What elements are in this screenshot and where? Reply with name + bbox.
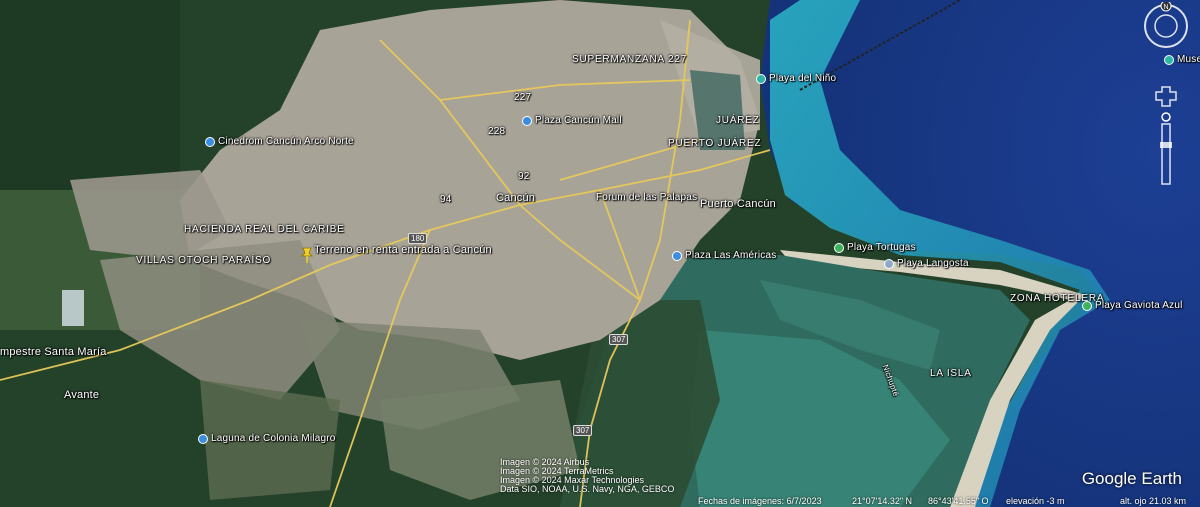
label-supermanzana: SUPERMANZANA 227 bbox=[572, 54, 688, 65]
satellite-imagery bbox=[0, 0, 1200, 507]
highway-shield-307-south: 307 bbox=[573, 425, 593, 436]
road-228: 228 bbox=[488, 126, 506, 137]
highway-shield-307: 307 bbox=[609, 334, 629, 345]
nav-graphic: N bbox=[1144, 0, 1188, 185]
navigation-controls[interactable]: N bbox=[1140, 0, 1192, 197]
latitude: 21°07'14.32" N bbox=[852, 496, 913, 506]
google-earth-logo: Google Earth bbox=[1081, 469, 1182, 488]
elevation: elevación -3 m bbox=[1006, 496, 1065, 506]
shopping-icon bbox=[672, 250, 682, 261]
status-bar: Fechas de imágenes: 6/7/2023 21°07'14.32… bbox=[0, 493, 1200, 507]
label-juarez: JUÁREZ bbox=[716, 115, 760, 126]
label-la-isla: LA ISLA bbox=[930, 368, 972, 379]
cinema-icon bbox=[205, 136, 215, 147]
label-hacienda: HACIENDA REAL DEL CARIBE bbox=[184, 224, 345, 235]
imagery-date: Fechas de imágenes: 6/7/2023 bbox=[698, 496, 822, 506]
pin-cinedrom[interactable]: Cinedrom Cancún Arco Norte bbox=[205, 136, 354, 147]
pin-plaza-mall[interactable]: Plaza Cancún Mall bbox=[522, 115, 622, 126]
beach-icon bbox=[834, 242, 844, 253]
label-avante: Avante bbox=[64, 389, 100, 401]
pin-playa-nino[interactable]: Playa del Niño bbox=[756, 73, 836, 84]
label-puerto-juarez: PUERTO JUÁREZ bbox=[668, 138, 762, 149]
longitude: 86°43'41.55" O bbox=[928, 496, 989, 506]
zoom-slider bbox=[1161, 123, 1171, 185]
pin-laguna[interactable]: Laguna de Colonia Milagro bbox=[198, 433, 336, 444]
pin-plaza-americas[interactable]: Plaza Las Américas bbox=[672, 250, 776, 261]
lake-icon bbox=[198, 433, 208, 444]
pan-icon bbox=[1155, 86, 1177, 107]
label-cancun: Cancún bbox=[496, 192, 536, 204]
north-indicator: N bbox=[1163, 4, 1168, 11]
pushpin-graphic bbox=[301, 247, 313, 263]
beach-icon bbox=[1082, 300, 1092, 311]
pin-playa-langosta[interactable]: Playa Langosta bbox=[884, 258, 969, 269]
imagery-credits: Imagen © 2024 Airbus Imagen © 2024 Terra… bbox=[500, 458, 674, 494]
label-puerto-cancun: Puerto Cancún bbox=[700, 198, 776, 210]
pin-playa-gaviota[interactable]: Playa Gaviota Azul bbox=[1082, 300, 1183, 311]
road-92: 92 bbox=[518, 171, 530, 182]
beach-icon bbox=[756, 73, 766, 84]
road-227: 227 bbox=[514, 92, 532, 103]
shopping-icon bbox=[522, 115, 532, 126]
pushpin-icon[interactable] bbox=[300, 246, 314, 269]
road-94: 94 bbox=[440, 194, 452, 205]
highway-shield-180: 180 bbox=[408, 233, 428, 244]
label-campestre: mpestre Santa María bbox=[0, 346, 107, 358]
satellite-map[interactable]: SUPERMANZANA 227 Playa del Niño Muse Pla… bbox=[0, 0, 1200, 507]
label-villas: VILLAS OTOCH PARAÍSO bbox=[136, 255, 272, 266]
label-terreno[interactable]: Terreno en renta entrada a Cancún bbox=[314, 244, 492, 256]
pond bbox=[62, 290, 84, 326]
beach-icon bbox=[884, 258, 894, 269]
label-forum: Forum de las Palapas bbox=[596, 192, 698, 203]
pin-playa-tortugas[interactable]: Playa Tortugas bbox=[834, 242, 916, 253]
eye-altitude: alt. ojo 21.03 km bbox=[1120, 496, 1187, 506]
